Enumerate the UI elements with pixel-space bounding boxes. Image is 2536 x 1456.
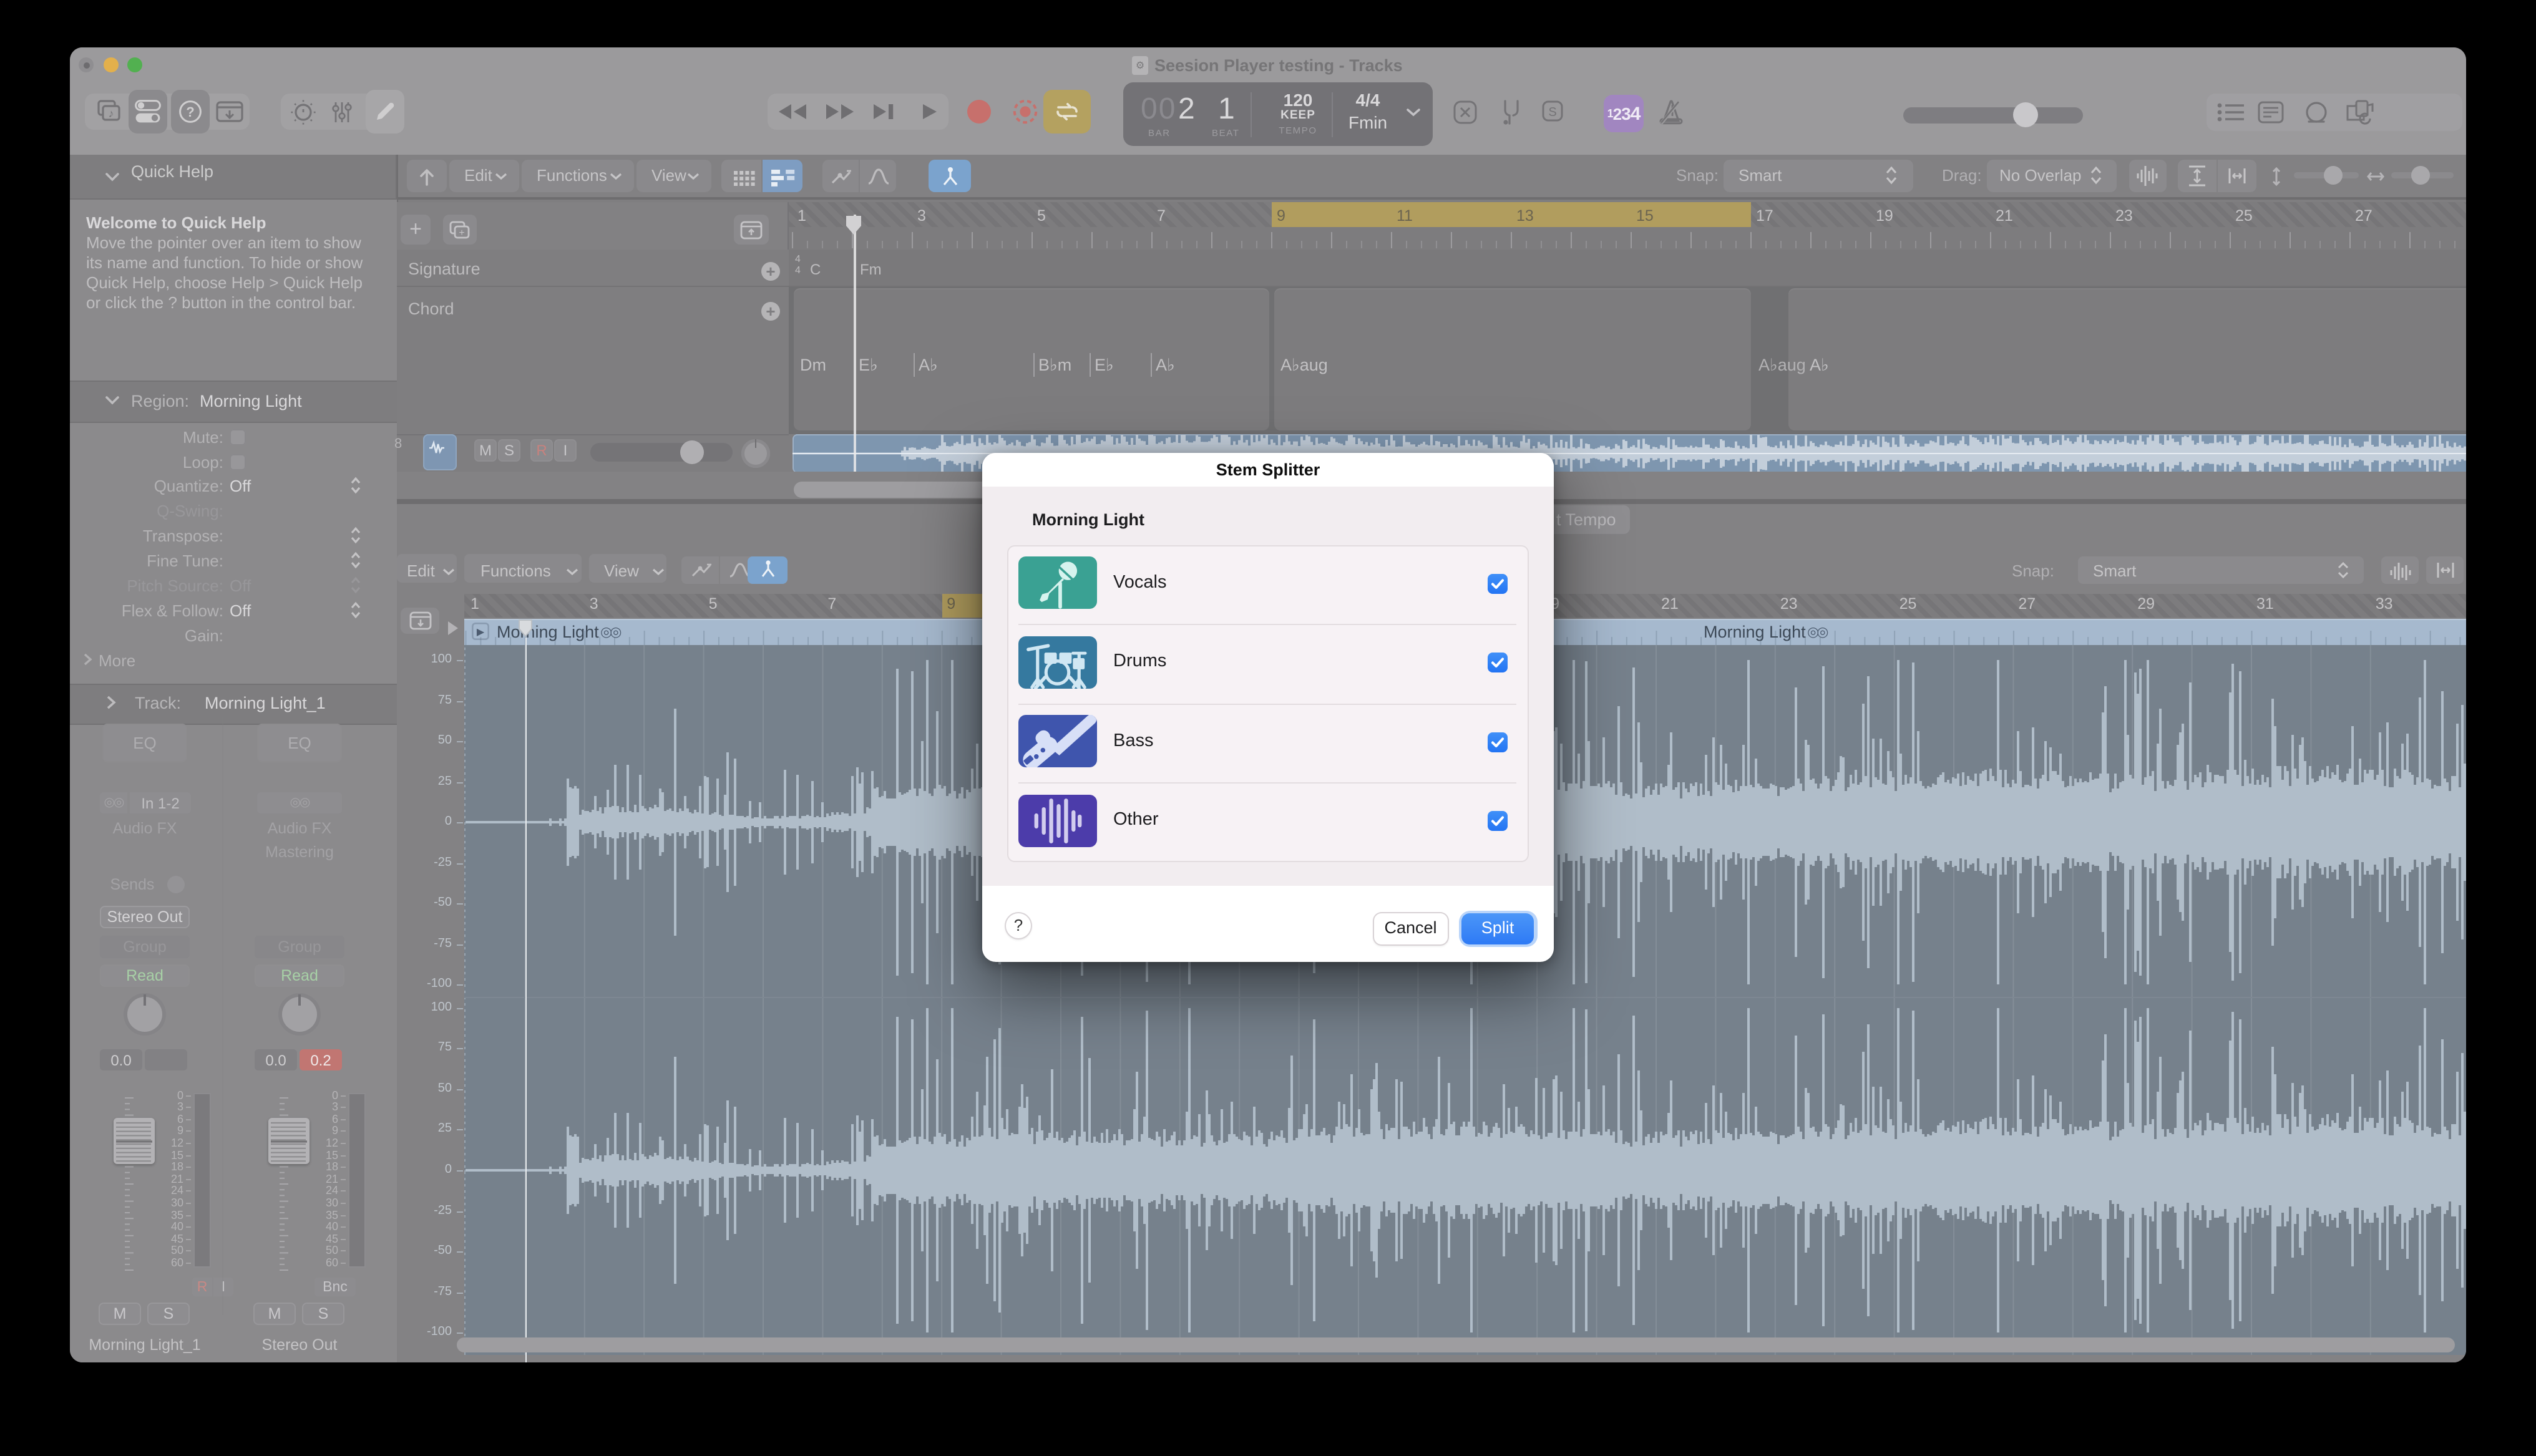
svg-text:S: S [1548,105,1556,119]
svg-text:♪: ♪ [109,107,114,120]
svg-text:+: + [459,227,464,238]
svg-text:?: ? [186,104,194,120]
